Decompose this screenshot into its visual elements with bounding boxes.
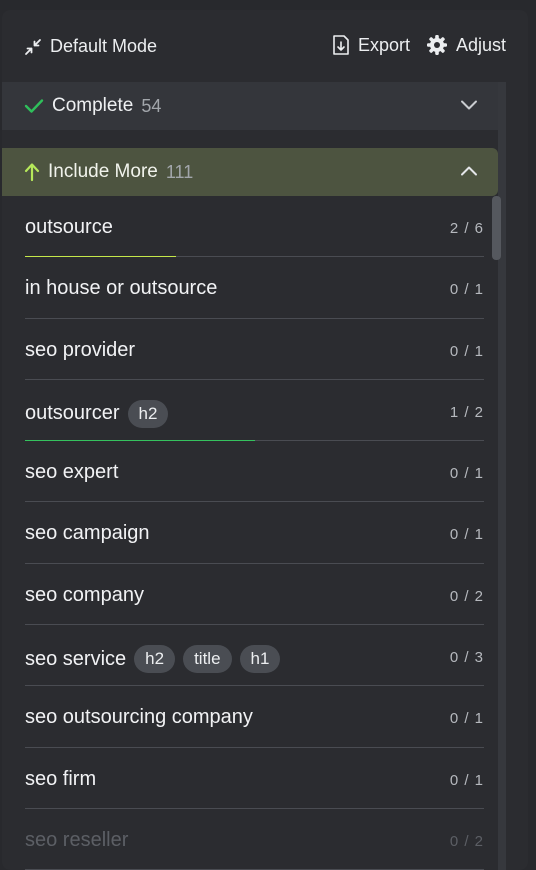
- term-row[interactable]: seo expert 0 / 1: [2, 441, 498, 503]
- term-text: outsource: [25, 216, 113, 238]
- term-text: seo company: [25, 583, 144, 606]
- mode-toggle[interactable]: Default Mode: [24, 36, 157, 57]
- term-tag: title: [183, 645, 232, 674]
- term-text: seo campaign: [25, 522, 150, 545]
- term-usage-count: 0 / 1: [449, 342, 484, 360]
- term-row[interactable]: seo service h2 title h1 0 / 3: [2, 625, 498, 687]
- term-row[interactable]: seo provider 0 / 1: [2, 319, 498, 380]
- section-include-more[interactable]: Include More 111: [2, 148, 498, 196]
- term-row[interactable]: seo reseller 0 / 2: [2, 809, 498, 870]
- term-usage-count: 2 / 6: [449, 220, 484, 237]
- term-text: seo expert: [25, 461, 119, 484]
- term-cell: in house or outsource: [25, 277, 217, 300]
- arrow-up-icon: [24, 163, 40, 182]
- term-text: seo outsourcing company: [25, 706, 253, 729]
- term-row[interactable]: outsource 2 / 6: [2, 196, 498, 258]
- section-complete-label: Complete: [52, 95, 134, 116]
- term-cell: seo campaign: [25, 522, 150, 545]
- export-icon: [333, 35, 349, 55]
- term-row[interactable]: seo company 0 / 2: [2, 564, 498, 626]
- term-cell: seo company: [25, 584, 144, 607]
- term-row[interactable]: seo firm 0 / 1: [2, 748, 498, 809]
- term-cell: outsource: [25, 216, 113, 239]
- term-cell: seo outsourcing company: [25, 706, 253, 729]
- term-usage-count: 0 / 1: [449, 526, 484, 544]
- toolbar-actions: Export Adjust: [316, 34, 506, 56]
- term-cell: seo expert: [25, 461, 118, 484]
- section-include-more-count: 111: [165, 161, 194, 182]
- section-complete-count: 54: [141, 95, 162, 116]
- term-tag: h2: [127, 399, 169, 428]
- term-row[interactable]: seo campaign 0 / 1: [2, 502, 498, 564]
- mode-label: Default Mode: [50, 36, 158, 56]
- term-text: seo service: [25, 647, 127, 670]
- adjust-label: Adjust: [455, 34, 506, 55]
- term-row[interactable]: in house or outsource 0 / 1: [2, 257, 498, 319]
- term-usage-count: 0 / 1: [449, 465, 484, 483]
- term-usage-count: 0 / 3: [449, 649, 484, 667]
- panel-toolbar: Default Mode Export Adjust: [2, 10, 528, 82]
- term-tag: h1: [239, 645, 281, 674]
- term-row[interactable]: seo outsourcing company 0 / 1: [2, 686, 498, 748]
- gear-icon: [426, 35, 447, 55]
- term-cell: seo firm: [25, 768, 96, 791]
- term-list: outsource 2 / 6 in house or outsource 0 / 1…: [2, 196, 498, 870]
- term-text: outsourcer: [25, 402, 120, 425]
- export-button[interactable]: Export: [332, 34, 410, 56]
- adjust-button[interactable]: Adjust: [426, 34, 506, 56]
- term-cell: outsourcer h2: [25, 399, 169, 428]
- term-usage-count: 0 / 1: [449, 710, 484, 728]
- term-usage-count: 0 / 2: [449, 587, 484, 605]
- scrollbar-thumb[interactable]: [492, 196, 501, 260]
- collapse-arrows-icon: [25, 38, 41, 55]
- chevron-down-icon: [461, 100, 477, 110]
- term-text: seo reseller: [25, 828, 129, 851]
- term-usage-count: 0 / 1: [449, 281, 484, 299]
- check-icon: [24, 99, 44, 113]
- term-usage-count: 1 / 2: [449, 403, 484, 421]
- term-text: seo provider: [25, 338, 136, 361]
- term-text: seo firm: [25, 767, 97, 790]
- section-complete[interactable]: Complete 54: [2, 82, 498, 130]
- term-usage-count: 0 / 2: [449, 832, 484, 850]
- chevron-up-icon: [461, 166, 477, 176]
- term-usage-count: 0 / 1: [449, 771, 484, 789]
- export-label: Export: [357, 34, 410, 55]
- term-cell: seo reseller: [25, 829, 128, 852]
- term-cell: seo service h2 title h1: [25, 645, 281, 674]
- term-text: in house or outsource: [25, 277, 218, 300]
- section-include-more-label: Include More: [48, 161, 158, 182]
- term-cell: seo provider: [25, 339, 135, 362]
- term-tag: h2: [134, 645, 176, 674]
- term-row[interactable]: outsourcer h2 1 / 2: [2, 380, 498, 442]
- keyword-panel: Default Mode Export Adjust Complete 54 I…: [2, 10, 528, 870]
